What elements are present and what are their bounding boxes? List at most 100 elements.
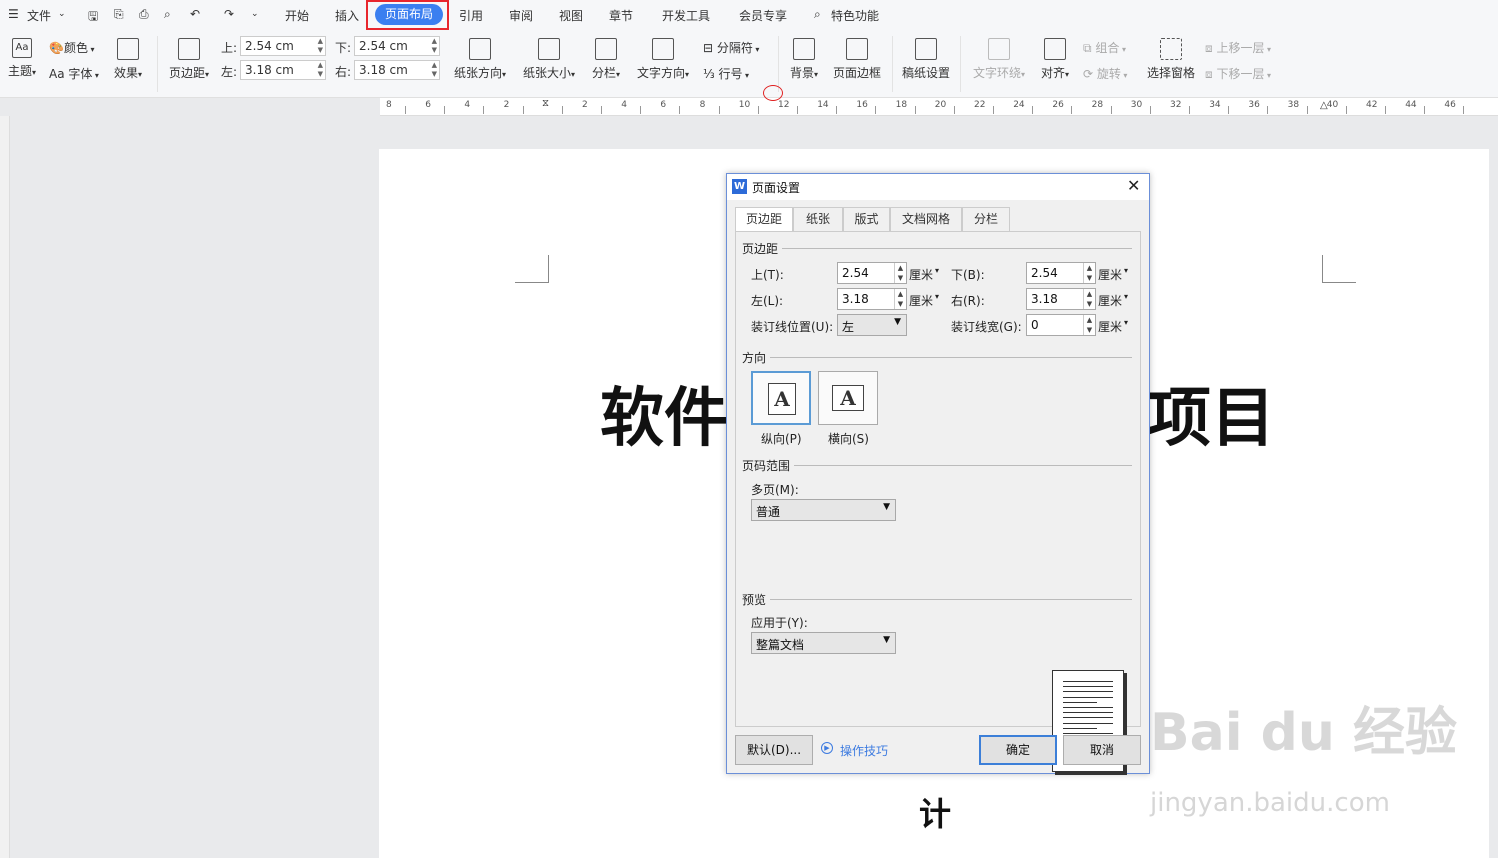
draft-paper-icon [915, 38, 937, 60]
draft-paper-button[interactable]: 稿纸设置 [900, 38, 952, 81]
unit-dropdown-icon[interactable]: ▾ [935, 266, 939, 275]
tab-review[interactable]: 审阅 [509, 7, 533, 24]
ok-button[interactable]: 确定 [979, 735, 1057, 765]
spinner-icon[interactable]: ▲ ▼ [318, 37, 323, 55]
tab-paper[interactable]: 纸张 [793, 207, 843, 231]
right-margin-input[interactable]: 3.18 cm ▲ ▼ [354, 60, 440, 80]
tips-link[interactable]: 操作技巧 [840, 742, 888, 759]
group-button[interactable]: ⧉ 组合 ▾ [1083, 39, 1126, 56]
special-features[interactable]: 特色功能 [831, 7, 879, 24]
theme-button[interactable]: Aa 主题▾ [5, 38, 39, 79]
default-button[interactable]: 默认(D)... [735, 735, 813, 765]
tab-doc-grid[interactable]: 文档网格 [890, 207, 962, 231]
print-icon[interactable]: ⎙ [139, 7, 149, 22]
unit-dropdown-icon[interactable]: ▾ [1124, 266, 1128, 275]
spinner-icon[interactable]: ▲ ▼ [894, 263, 906, 283]
spinner-icon[interactable]: ▲ ▼ [432, 61, 437, 79]
unit-dropdown-icon[interactable]: ▾ [935, 292, 939, 301]
tab-developer[interactable]: 开发工具 [662, 7, 710, 24]
spinner-icon[interactable]: ▲ ▼ [1083, 263, 1095, 283]
landscape-option[interactable]: A [818, 371, 878, 425]
left-margin-input[interactable]: 3.18 cm ▲ ▼ [240, 60, 326, 80]
spinner-icon[interactable]: ▲ ▼ [432, 37, 437, 55]
text-direction-label: 文字方向 [636, 66, 685, 80]
left-unit[interactable]: 厘米 [909, 292, 933, 309]
cancel-button[interactable]: 取消 [1063, 735, 1141, 765]
right-indent-marker-icon[interactable]: △ [1320, 100, 1328, 111]
margin-button[interactable]: 页边距▾ [165, 38, 213, 81]
redo-icon[interactable]: ↷ [224, 7, 234, 21]
gutter-position-select[interactable]: 左 ▼ [837, 314, 907, 336]
line-number-button[interactable]: ⅓ 行号 ▾ [703, 65, 749, 82]
selection-pane-button[interactable]: 选择窗格 [1145, 38, 1197, 81]
margins-group-title: 页边距 [742, 242, 779, 256]
unit-dropdown-icon[interactable]: ▾ [1124, 292, 1128, 301]
page-border-button[interactable]: 页面边框 [831, 38, 883, 81]
break-button[interactable]: ⊟ 分隔符 ▾ [703, 39, 759, 56]
effect-button[interactable]: 效果▾ [110, 38, 146, 81]
font-button[interactable]: Aa 字体 ▾ [49, 65, 99, 82]
columns-button[interactable]: 分栏▾ [588, 38, 624, 81]
more-icon[interactable]: ⌄ [251, 9, 259, 19]
paper-size-button[interactable]: 纸张大小▾ [519, 38, 579, 81]
align-button[interactable]: 对齐▾ [1037, 38, 1073, 81]
tab-layout[interactable]: 版式 [843, 207, 890, 231]
tab-columns[interactable]: 分栏 [962, 207, 1010, 231]
spinner-icon[interactable]: ▲ ▼ [1083, 289, 1095, 309]
apply-to-select[interactable]: 整篇文档 ▼ [751, 632, 896, 654]
tab-reference[interactable]: 引用 [459, 7, 483, 24]
tab-page-layout[interactable]: 页面布局 [375, 4, 443, 25]
close-icon[interactable]: ✕ [1127, 176, 1140, 195]
tab-view[interactable]: 视图 [559, 7, 583, 24]
bottom-unit[interactable]: 厘米 [1098, 266, 1122, 283]
bring-forward-button[interactable]: ⧈ 上移一层 ▾ [1205, 39, 1271, 56]
search-icon[interactable]: ⌕ [814, 7, 821, 22]
menu-file[interactable]: 文件 [27, 7, 51, 24]
tab-margins[interactable]: 页边距 [735, 207, 793, 232]
spinner-icon[interactable]: ▲ ▼ [318, 61, 323, 79]
top-margin-field[interactable]: 2.54 ▲ ▼ [837, 262, 907, 284]
tab-start[interactable]: 开始 [285, 7, 309, 24]
top-margin-input[interactable]: 2.54 cm ▲ ▼ [240, 36, 326, 56]
background-button[interactable]: 背景▾ [786, 38, 822, 81]
chevron-down-icon[interactable]: ⌄ [58, 9, 66, 19]
bottom-margin-field[interactable]: 2.54 ▲ ▼ [1026, 262, 1096, 284]
bottom-margin-input[interactable]: 2.54 cm ▲ ▼ [354, 36, 440, 56]
dialog-titlebar[interactable]: W 页面设置 ✕ [727, 174, 1149, 200]
landscape-label[interactable]: 横向(S) [828, 430, 869, 447]
unit-dropdown-icon[interactable]: ▾ [1124, 318, 1128, 327]
vertical-ruler[interactable] [0, 116, 10, 858]
tab-member[interactable]: 会员专享 [739, 7, 787, 24]
color-button[interactable]: 🎨颜色 ▾ [49, 39, 95, 56]
play-icon[interactable]: ▶ [821, 742, 833, 754]
right-unit[interactable]: 厘米 [1098, 292, 1122, 309]
text-wrap-button[interactable]: 文字环绕▾ [969, 38, 1029, 81]
orientation-button[interactable]: 纸张方向▾ [450, 38, 510, 81]
text-direction-button[interactable]: 文字方向▾ [633, 38, 693, 81]
right-margin-field[interactable]: 3.18 ▲ ▼ [1026, 288, 1096, 310]
apply-to-label: 应用于(Y): [751, 616, 808, 630]
print-preview-icon[interactable]: ⌕ [164, 7, 171, 22]
save-icon[interactable]: 🖫 [88, 7, 98, 28]
portrait-label[interactable]: 纵向(P) [761, 430, 802, 447]
left-margin-field[interactable]: 3.18 ▲ ▼ [837, 288, 907, 310]
baidu-watermark: Bai du 经验 [1150, 703, 1457, 763]
gutter-width-field[interactable]: 0 ▲ ▼ [1026, 314, 1096, 336]
tab-section[interactable]: 章节 [609, 7, 633, 24]
tab-insert[interactable]: 插入 [335, 7, 359, 24]
spinner-icon[interactable]: ▲ ▼ [894, 289, 906, 309]
gutter-unit[interactable]: 厘米 [1098, 318, 1122, 335]
right-margin-field-value: 3.18 [1031, 292, 1058, 306]
hamburger-icon[interactable]: ☰ [8, 7, 19, 21]
top-unit[interactable]: 厘米 [909, 266, 933, 283]
portrait-option[interactable]: A [751, 371, 811, 425]
spinner-icon[interactable]: ▲ ▼ [1083, 315, 1095, 335]
preview-line [1063, 707, 1113, 708]
cloud-save-icon[interactable]: ⎘ [114, 7, 124, 22]
send-backward-button[interactable]: ⧈ 下移一层 ▾ [1205, 65, 1271, 82]
undo-icon[interactable]: ↶ [190, 7, 200, 21]
horizontal-ruler[interactable]: 8 6 4 2 2 4 6 8 10 12 14 16 18 20 22 24 26 28 30 32 34 36 38 40… [380, 98, 1498, 116]
indent-marker-icon[interactable]: ⧖ [542, 98, 549, 109]
rotate-button[interactable]: ⟳ 旋转 ▾ [1083, 65, 1127, 82]
multi-pages-select[interactable]: 普通 ▼ [751, 499, 896, 521]
